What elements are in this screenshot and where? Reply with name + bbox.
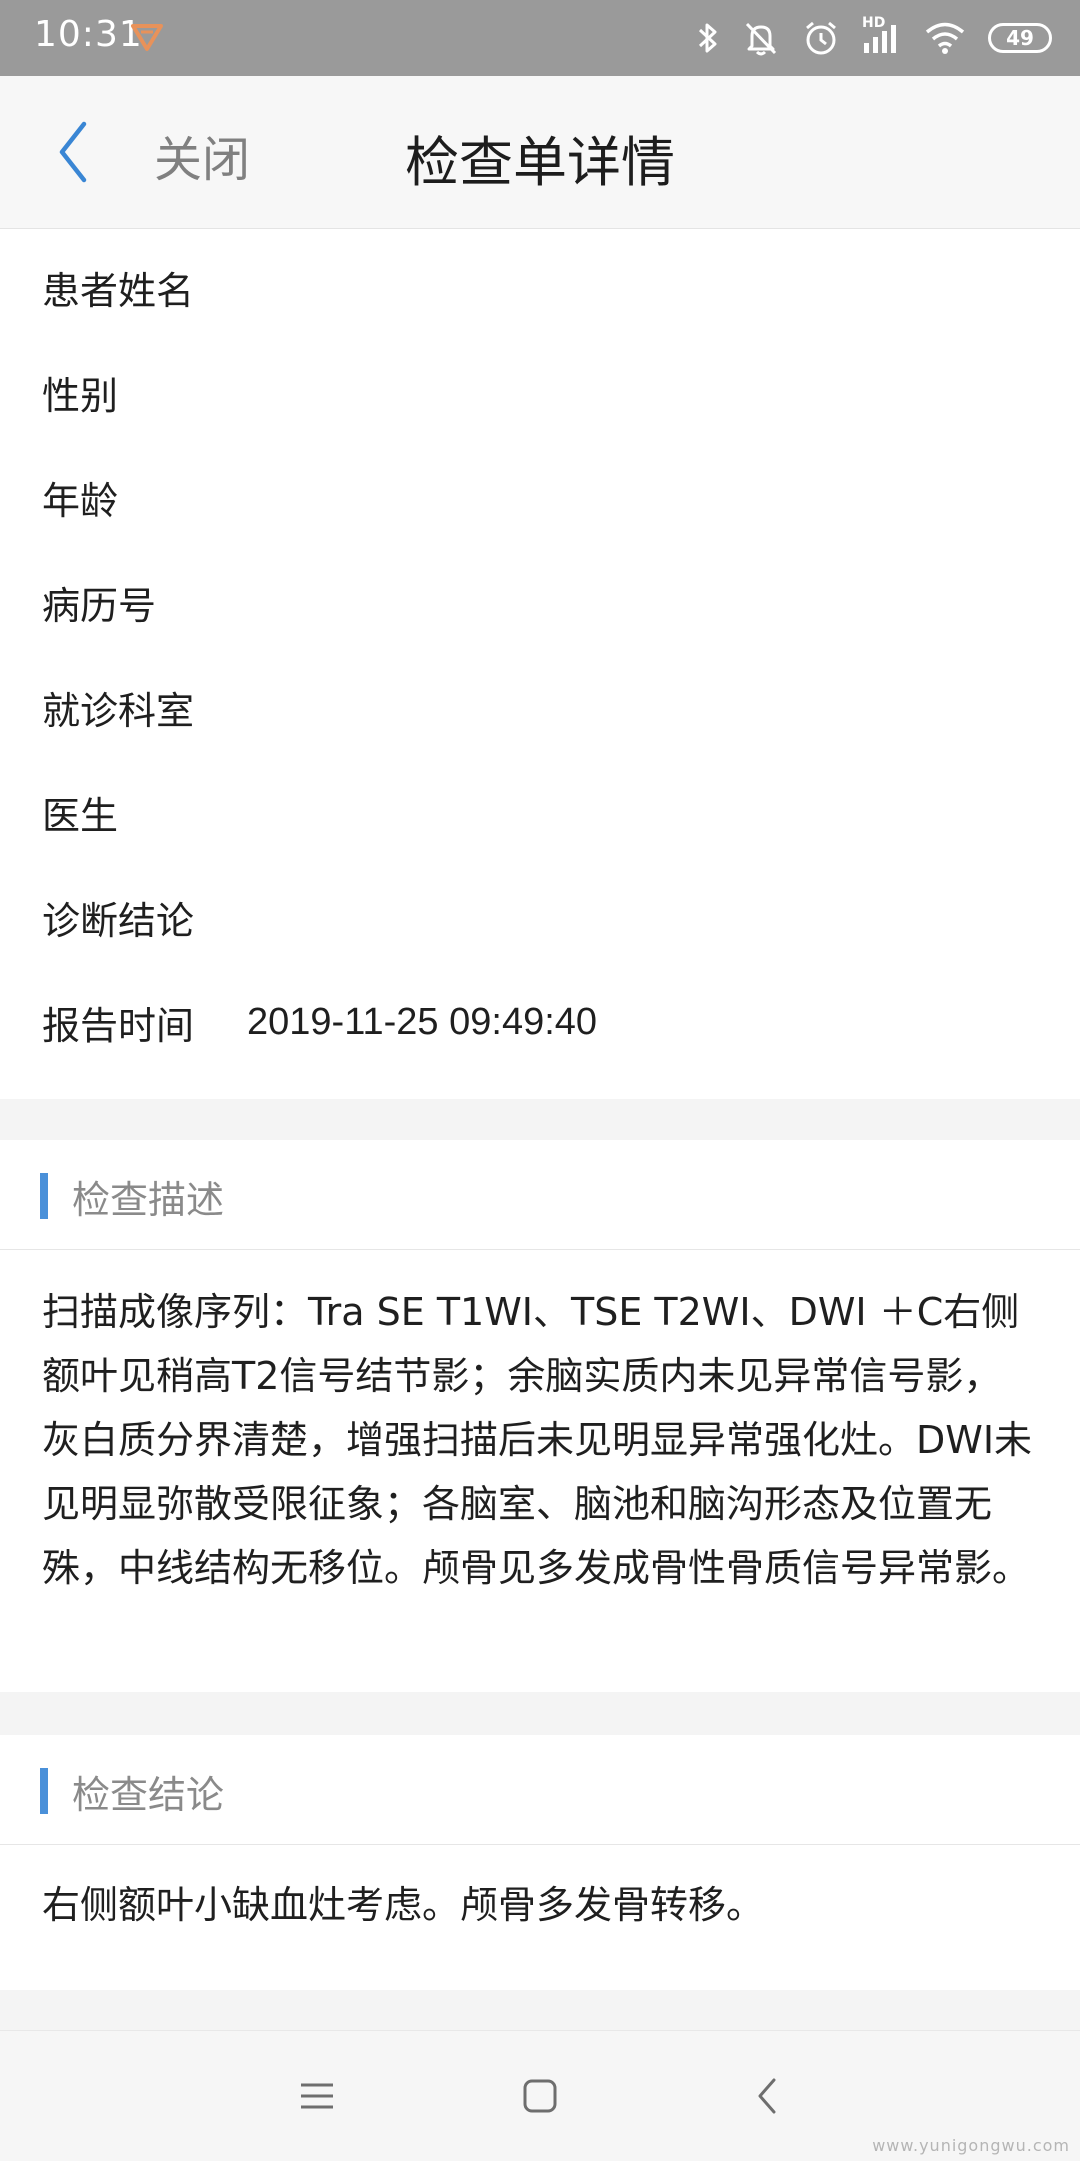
hd-label: HD — [862, 15, 886, 31]
watermark: www.yunigongwu.com — [872, 2136, 1070, 2155]
menu-icon — [301, 2083, 333, 2109]
conclusion-section: 检查结论 右侧额叶小缺血灶考虑。颅骨多发骨转移。 — [0, 1735, 1080, 1990]
info-row-record-number: 病历号 — [42, 567, 247, 637]
patient-info-card: 患者姓名 性别 年龄 病历号 就诊科室 医生 诊断结论 报告时间 2019-11… — [0, 229, 1080, 1099]
description-text: 扫描成像序列：Tra SE T1WI、TSE T2WI、DWI ＋C右侧额叶见稍… — [42, 1290, 1033, 1590]
info-label: 病历号 — [42, 583, 157, 628]
bluetooth-icon — [696, 20, 720, 56]
battery-icon: 49 — [988, 23, 1052, 53]
info-label: 报告时间 — [42, 1003, 195, 1048]
info-row-report-time: 报告时间 2019-11-25 09:49:40 — [42, 987, 597, 1057]
report-time-value: 2019-11-25 09:49:40 — [247, 1000, 598, 1043]
info-label: 患者姓名 — [42, 268, 195, 313]
wifi-icon — [924, 21, 966, 55]
section-title: 检查结论 — [72, 1773, 225, 1817]
status-icons: HD 49 — [696, 14, 1052, 62]
info-label: 性别 — [42, 373, 119, 418]
menu-button[interactable] — [257, 2031, 377, 2161]
section-title: 检查描述 — [72, 1178, 225, 1222]
info-row-patient-name: 患者姓名 — [42, 252, 247, 322]
info-row-age: 年龄 — [42, 462, 247, 532]
description-section: 检查描述 扫描成像序列：Tra SE T1WI、TSE T2WI、DWI ＋C右… — [0, 1140, 1080, 1692]
info-label: 医生 — [42, 793, 119, 838]
section-marker — [40, 1173, 48, 1219]
section-marker — [40, 1768, 48, 1814]
page-title: 检查单详情 — [405, 131, 675, 194]
app-notification-icon — [130, 22, 164, 52]
info-label: 年龄 — [42, 478, 119, 523]
status-bar: 10:31 HD 49 — [0, 0, 1080, 76]
conclusion-text: 右侧额叶小缺血灶考虑。颅骨多发骨转移。 — [42, 1883, 765, 1927]
hd-signal-icon: HD — [862, 15, 902, 55]
status-time: 10:31 — [34, 14, 143, 55]
system-nav-bar: www.yunigongwu.com — [0, 2030, 1080, 2161]
battery-level: 49 — [1006, 26, 1034, 50]
mute-icon — [742, 19, 780, 57]
home-button[interactable] — [480, 2031, 600, 2161]
alarm-icon — [802, 19, 840, 57]
info-label: 诊断结论 — [42, 898, 195, 943]
info-row-department: 就诊科室 — [42, 672, 247, 742]
system-back-button[interactable] — [707, 2031, 827, 2161]
info-row-doctor: 医生 — [42, 777, 247, 847]
home-icon — [523, 2079, 557, 2113]
back-icon — [758, 2078, 776, 2114]
info-row-diagnosis: 诊断结论 — [42, 882, 247, 952]
info-row-gender: 性别 — [42, 357, 247, 427]
nav-bar: 关闭 检查单详情 — [0, 76, 1080, 229]
section-header: 检查描述 — [0, 1140, 1080, 1250]
section-header: 检查结论 — [0, 1735, 1080, 1845]
info-label: 就诊科室 — [42, 688, 195, 733]
